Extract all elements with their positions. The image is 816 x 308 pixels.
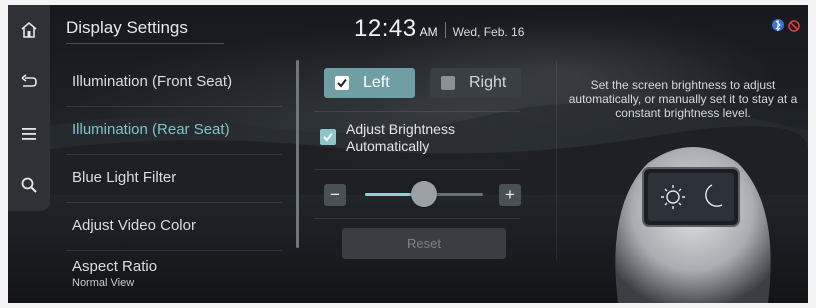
reset-button: Reset [342, 228, 506, 259]
home-button[interactable] [8, 5, 50, 55]
description-text: Set the screen brightness to adjust auto… [568, 78, 798, 120]
clock-date: Wed, Feb. 16 [452, 25, 525, 39]
menu-item-label: Blue Light Filter [72, 169, 177, 186]
checkbox-checked-icon [335, 76, 349, 90]
section-divider [314, 218, 520, 219]
menu-item-aspect-ratio[interactable]: Aspect Ratio Normal View [66, 250, 292, 298]
back-button[interactable] [8, 57, 50, 107]
display-settings-screen: Display Settings 12:43 AM Wed, Feb. 16 Ill… [8, 5, 808, 303]
checkbox-unchecked-icon [441, 76, 455, 90]
connection-off-icon [788, 20, 800, 32]
menu-item-sublabel: Normal View [72, 277, 135, 289]
panel-divider [556, 60, 557, 260]
clock-time: 12:43 [354, 15, 417, 42]
title-underline [66, 43, 224, 44]
status-icons [772, 19, 800, 32]
check-icon [323, 132, 333, 142]
menu-item-illumination-front[interactable]: Illumination (Front Seat) [66, 58, 292, 106]
clock: 12:43 AM Wed, Feb. 16 [354, 15, 524, 43]
seat-right-label: Right [469, 74, 507, 91]
seat-left-button[interactable]: Left [324, 68, 415, 98]
brightness-decrease-button[interactable]: − [324, 184, 346, 206]
screenshot-frame: Display Settings 12:43 AM Wed, Feb. 16 Ill… [0, 0, 816, 308]
rear-screen-display [648, 173, 734, 221]
menu-scrollbar[interactable] [296, 60, 299, 248]
menu-button[interactable] [8, 109, 50, 159]
menu-item-label: Illumination (Front Seat) [72, 73, 233, 90]
menu-icon [22, 128, 36, 140]
menu-item-label: Aspect Ratio [72, 258, 158, 275]
menu-item-adjust-video-color[interactable]: Adjust Video Color [66, 202, 292, 250]
seat-left-label: Left [363, 74, 390, 91]
section-divider [314, 111, 520, 112]
clock-ampm: AM [419, 25, 438, 39]
menu-item-label: Adjust Video Color [72, 217, 196, 234]
page-title: Display Settings [66, 18, 188, 37]
menu-item-blue-light-filter[interactable]: Blue Light Filter [66, 154, 292, 202]
back-icon [21, 74, 37, 87]
search-icon [21, 177, 37, 193]
auto-brightness-label: Adjust Brightness Automatically [346, 121, 506, 155]
menu-item-label: Illumination (Rear Seat) [72, 121, 230, 138]
auto-brightness-label-line2: Automatically [346, 138, 430, 154]
home-icon [21, 21, 37, 38]
brightness-increase-button[interactable]: + [499, 184, 521, 206]
search-button[interactable] [8, 160, 50, 210]
brightness-slider-thumb[interactable] [411, 181, 437, 207]
section-divider [314, 169, 520, 170]
menu-item-illumination-rear[interactable]: Illumination (Rear Seat) [66, 106, 292, 154]
rear-seat-screen-illustration [615, 147, 771, 303]
left-rail [8, 5, 50, 211]
auto-brightness-checkbox[interactable] [320, 129, 336, 145]
clock-divider [444, 22, 446, 38]
seat-right-button[interactable]: Right [430, 68, 521, 98]
bluetooth-phone-icon [772, 19, 784, 32]
auto-brightness-label-line1: Adjust Brightness [346, 121, 455, 137]
